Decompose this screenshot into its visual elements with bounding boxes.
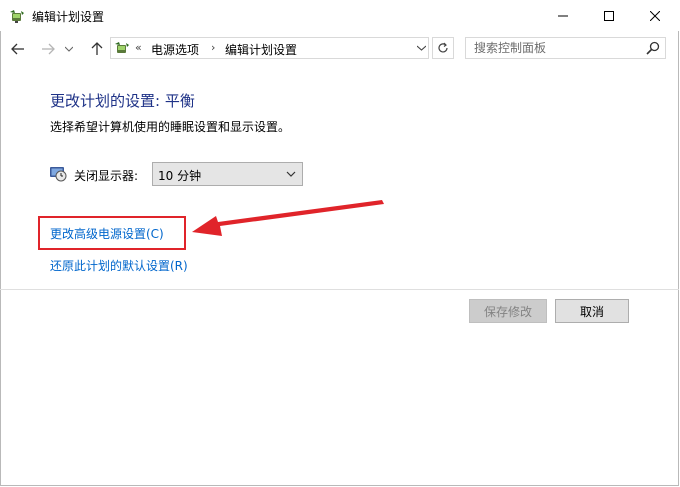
annotation-highlight-box	[38, 216, 186, 250]
arrow-left-icon	[11, 43, 24, 55]
breadcrumb-power-options[interactable]: 电源选项	[151, 41, 199, 58]
search-icon[interactable]	[646, 41, 660, 55]
cancel-button[interactable]: 取消	[555, 299, 629, 323]
arrow-up-icon	[91, 42, 103, 55]
recent-locations-button[interactable]	[62, 38, 76, 60]
divider	[0, 289, 679, 290]
minimize-button[interactable]	[540, 0, 586, 31]
chevron-down-icon	[286, 171, 296, 177]
chevron-down-icon	[65, 46, 73, 52]
maximize-button[interactable]	[586, 0, 632, 31]
restore-default-settings-link[interactable]: 还原此计划的默认设置(R)	[50, 257, 188, 274]
turn-off-display-select[interactable]: 10 分钟	[152, 162, 303, 186]
power-options-icon	[114, 40, 130, 56]
search-box[interactable]	[465, 37, 666, 59]
back-button[interactable]	[7, 38, 29, 60]
navigation-bar: « 电源选项 › 编辑计划设置	[0, 35, 680, 63]
forward-button[interactable]	[37, 38, 59, 60]
turn-off-display-label: 关闭显示器:	[74, 169, 139, 183]
breadcrumb-edit-plan[interactable]: 编辑计划设置	[225, 41, 297, 58]
breadcrumb-overflow[interactable]: «	[135, 41, 142, 54]
annotation-arrow	[192, 200, 384, 236]
minimize-icon	[558, 15, 568, 16]
breadcrumb-separator[interactable]: ›	[211, 41, 215, 54]
close-button[interactable]	[632, 0, 678, 31]
refresh-button[interactable]	[432, 37, 454, 59]
arrow-right-icon	[42, 43, 55, 55]
search-input[interactable]	[474, 40, 634, 56]
close-icon	[650, 10, 660, 21]
select-value: 10 分钟	[158, 169, 202, 183]
page-description: 选择希望计算机使用的睡眠设置和显示设置。	[50, 120, 291, 134]
up-button[interactable]	[86, 38, 108, 60]
refresh-icon	[438, 42, 448, 53]
maximize-icon	[604, 10, 614, 21]
title-bar: 编辑计划设置	[0, 0, 680, 31]
address-dropdown-button[interactable]	[413, 40, 429, 56]
address-bar[interactable]: « 电源选项 › 编辑计划设置	[110, 37, 429, 59]
monitor-clock-icon	[49, 164, 67, 182]
page-heading: 更改计划的设置: 平衡	[50, 92, 195, 110]
window-title: 编辑计划设置	[32, 10, 105, 24]
chevron-down-icon	[416, 45, 426, 51]
save-changes-button[interactable]: 保存修改	[469, 299, 547, 323]
power-options-icon	[9, 8, 25, 24]
